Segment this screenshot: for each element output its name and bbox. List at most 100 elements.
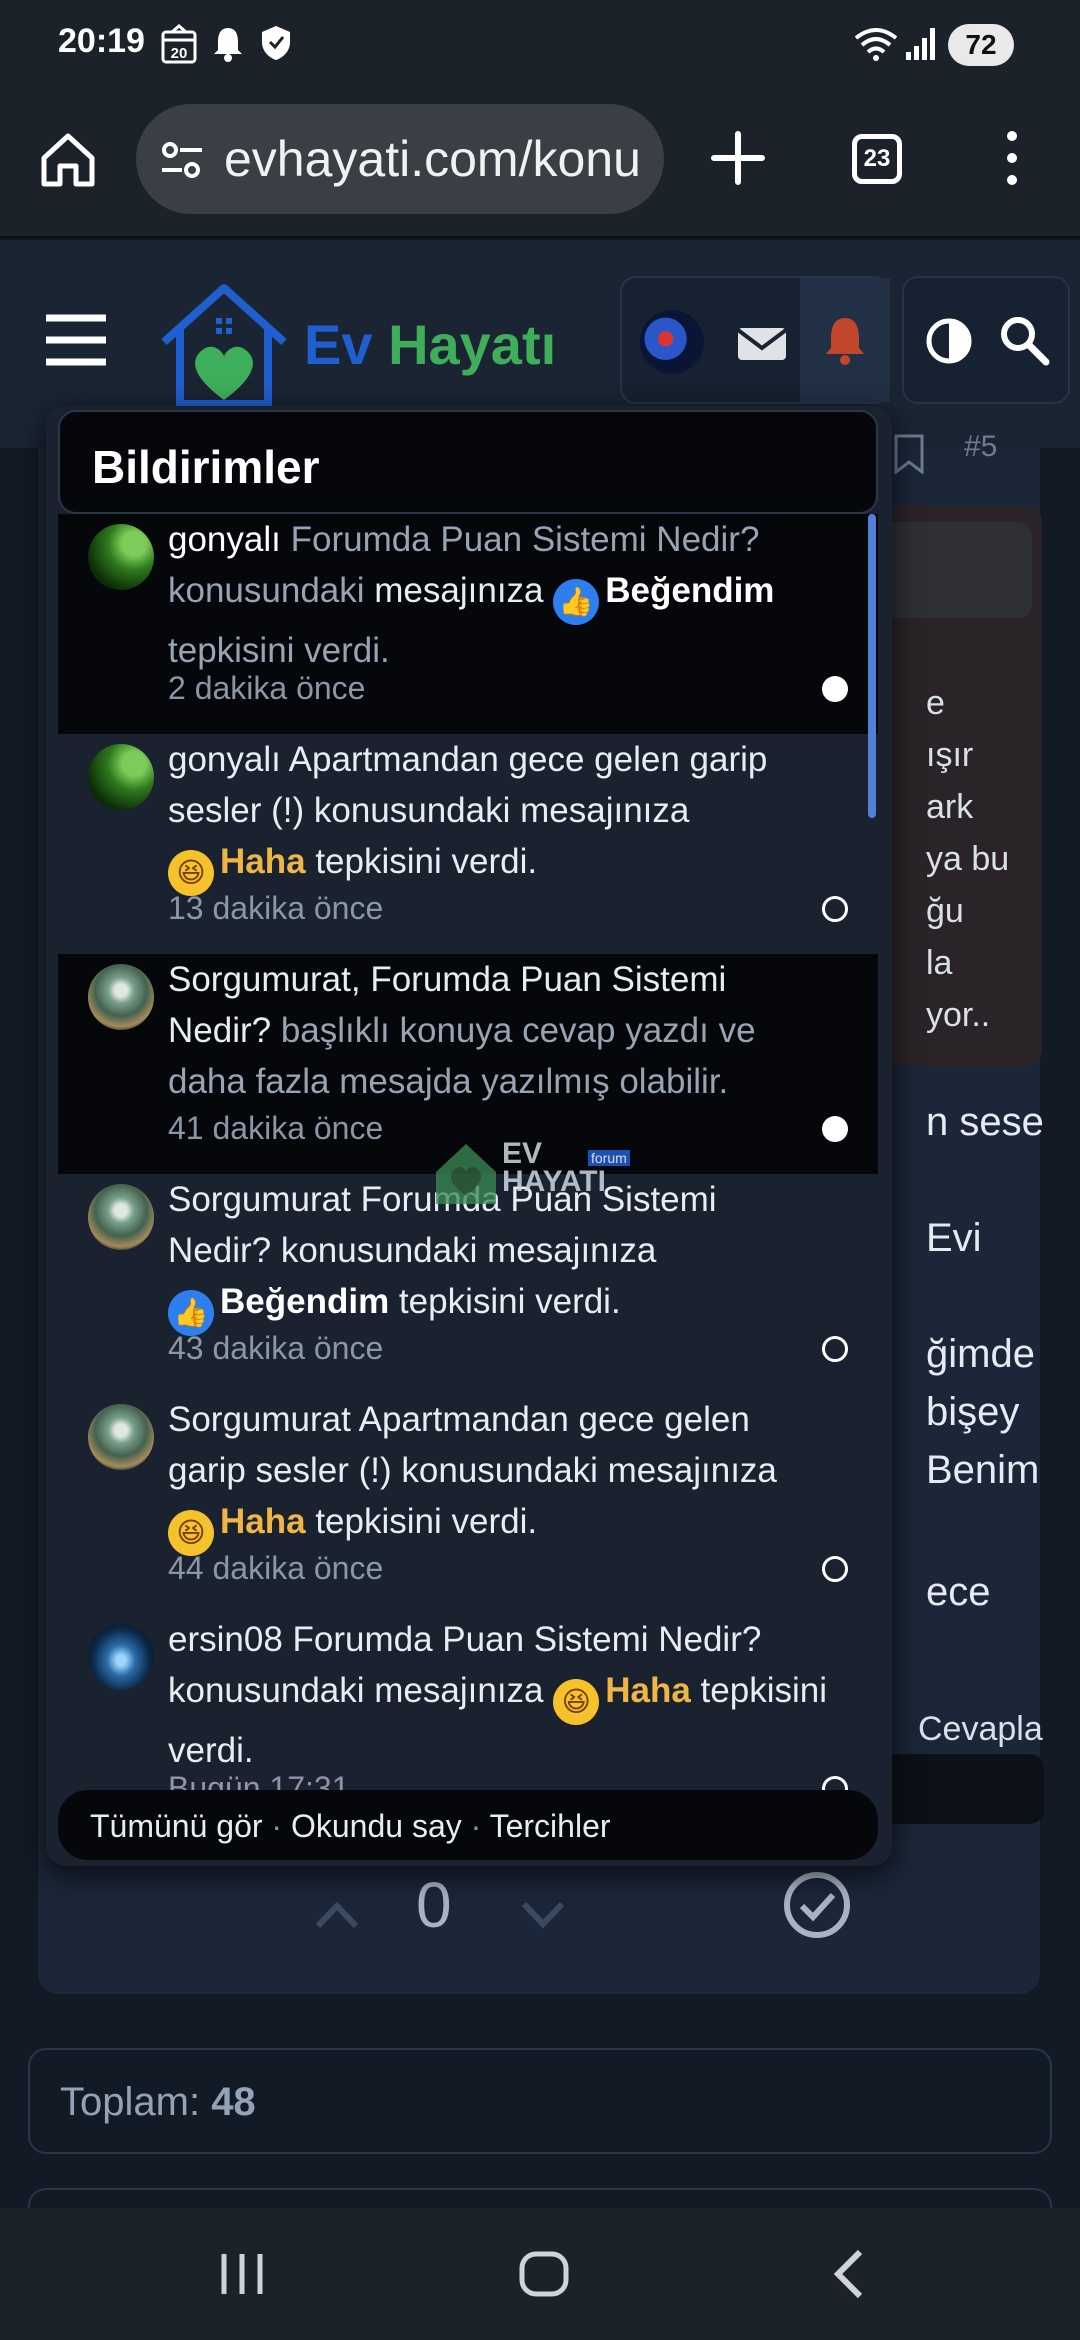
footer-separator: · <box>271 1808 283 1844</box>
chevron-up-icon[interactable] <box>310 1888 364 1942</box>
bell-icon[interactable] <box>800 278 890 402</box>
bookmark-icon[interactable] <box>892 434 926 476</box>
notification-text: gonyalı Apartmandan gece gelen garip ses… <box>168 734 828 896</box>
post-text-fragment: ece <box>926 1570 991 1614</box>
read-dot-icon[interactable] <box>822 1556 848 1582</box>
preferences-link[interactable]: Tercihler <box>490 1808 611 1844</box>
url-bar[interactable]: evhayati.com/konu <box>136 104 664 214</box>
view-all-link[interactable]: Tümünü gör <box>90 1808 263 1844</box>
notification-bell-icon <box>210 24 246 64</box>
mark-read-link[interactable]: Okundu say <box>291 1808 462 1844</box>
browser-toolbar: evhayati.com/konu 23 <box>0 90 1080 238</box>
watermark-small-text: forum <box>588 1150 630 1166</box>
notification-text: gonyalı Forumda Puan Sistemi Nedir? konu… <box>168 520 775 670</box>
mail-icon[interactable] <box>732 316 792 366</box>
notifications-title: Bildirimler <box>92 441 320 493</box>
notification-time: Bugün 17:31 <box>168 1770 350 1790</box>
notifications-header: Bildirimler <box>58 410 878 514</box>
notification-item[interactable]: gonyalı Forumda Puan Sistemi Nedir? konu… <box>58 514 878 734</box>
post-number[interactable]: #5 <box>964 430 997 464</box>
vote-count: 0 <box>416 1869 452 1941</box>
user-avatar[interactable] <box>88 524 154 590</box>
nav-home-icon[interactable] <box>512 2242 576 2306</box>
post-text-fragment: ışır <box>926 736 974 774</box>
notification-item[interactable]: ersin08 Forumda Puan Sistemi Nedir? konu… <box>58 1614 878 1790</box>
shield-icon <box>258 24 294 64</box>
site-logo[interactable]: Ev Hayatı <box>154 280 564 410</box>
notification-text: Sorgumurat, Forumda Puan Sistemi Nedir? … <box>168 960 756 1101</box>
notification-time: 13 dakika önce <box>168 890 384 926</box>
search-icon[interactable] <box>996 312 1052 368</box>
user-avatar[interactable] <box>88 964 154 1030</box>
system-nav-bar <box>0 2208 1080 2340</box>
footer-separator: · <box>470 1808 482 1844</box>
logo-wordmark: Ev Hayatı <box>304 312 556 377</box>
status-bar: 20:19 20 72 <box>0 0 1080 90</box>
reply-bar <box>884 1754 1044 1824</box>
user-avatar[interactable] <box>88 1184 154 1250</box>
total-value: 48 <box>211 2080 256 2124</box>
watermark-house-icon <box>436 1144 496 1204</box>
house-heart-logo-icon <box>161 284 287 408</box>
user-actions-group <box>620 276 890 404</box>
notification-time: 41 dakika önce <box>168 1110 384 1146</box>
home-icon[interactable] <box>36 128 100 192</box>
post-text-fragment: yor.. <box>926 996 991 1034</box>
calendar-day: 20 <box>171 45 188 62</box>
post-text-fragment: e <box>926 684 945 722</box>
hamburger-menu-icon[interactable] <box>44 312 108 368</box>
post-text-fragment: n sese <box>926 1100 1044 1144</box>
notification-text: Sorgumurat Apartmandan gece gelen garip … <box>168 1394 828 1556</box>
notification-time: 2 dakika önce <box>168 670 366 706</box>
notifications-popup: Bildirimler gonyalı Forumda Puan Sistemi… <box>46 406 892 1866</box>
user-avatar[interactable] <box>88 1624 154 1690</box>
logo-text-ev: Ev <box>304 313 373 376</box>
notifications-scrollbar[interactable] <box>868 514 876 818</box>
logo-text-hayati: Hayatı <box>388 313 557 376</box>
watermark-text: EV HAYATI <box>502 1137 606 1198</box>
site-tools-group <box>902 276 1070 404</box>
post-text-fragment: ğimde <box>926 1332 1035 1376</box>
recents-icon[interactable] <box>212 2248 272 2300</box>
post-text-fragment: la <box>926 944 953 982</box>
accept-answer-icon[interactable] <box>782 1870 852 1940</box>
notification-item[interactable]: Sorgumurat Apartmandan gece gelen garip … <box>58 1394 878 1614</box>
tab-switcher-button[interactable]: 23 <box>852 134 902 184</box>
post-text-fragment: ya bu <box>926 840 1010 878</box>
notification-text: ersin08 Forumda Puan Sistemi Nedir? konu… <box>168 1620 827 1770</box>
notifications-footer: Tümünü gör · Okundu say · Tercihler <box>58 1790 878 1860</box>
read-dot-icon[interactable] <box>822 1776 848 1790</box>
notification-time: 44 dakika önce <box>168 1550 384 1586</box>
unread-dot-icon[interactable] <box>822 676 848 702</box>
theme-toggle-icon[interactable] <box>922 314 976 368</box>
url-text[interactable]: evhayati.com/konu <box>224 130 641 188</box>
user-avatar[interactable] <box>640 310 704 374</box>
total-label: Toplam: 48 <box>60 2080 256 2125</box>
post-text-fragment: ğu <box>926 892 964 930</box>
post-text-fragment: Benim <box>926 1448 1040 1492</box>
post-text-fragment: bişey <box>926 1390 1020 1434</box>
more-vert-icon[interactable] <box>996 126 1028 190</box>
post-text-fragment: Evi <box>926 1216 982 1260</box>
read-dot-icon[interactable] <box>822 896 848 922</box>
calendar-icon: 20 <box>160 24 197 64</box>
wifi-icon <box>852 24 900 64</box>
status-time: 20:19 <box>58 22 145 60</box>
chevron-down-icon[interactable] <box>516 1888 570 1942</box>
battery-indicator: 72 <box>948 24 1014 66</box>
post-text-fragment: ark <box>926 788 974 826</box>
read-dot-icon[interactable] <box>822 1336 848 1362</box>
back-icon[interactable] <box>820 2242 880 2306</box>
user-avatar[interactable] <box>88 1404 154 1470</box>
notification-time: 43 dakika önce <box>168 1330 384 1366</box>
total-label-text: Toplam: <box>60 2080 201 2124</box>
unread-dot-icon[interactable] <box>822 1116 848 1142</box>
tune-icon[interactable] <box>158 136 206 184</box>
total-count-box: Toplam: 48 <box>28 2048 1052 2154</box>
reply-link[interactable]: Cevapla <box>918 1710 1043 1749</box>
user-avatar[interactable] <box>88 744 154 810</box>
haha-reaction-icon: 😆 <box>553 1679 600 1725</box>
plus-icon[interactable] <box>706 126 770 190</box>
notification-item[interactable]: gonyalı Apartmandan gece gelen garip ses… <box>58 734 878 954</box>
like-reaction-icon: 👍 <box>553 579 600 625</box>
